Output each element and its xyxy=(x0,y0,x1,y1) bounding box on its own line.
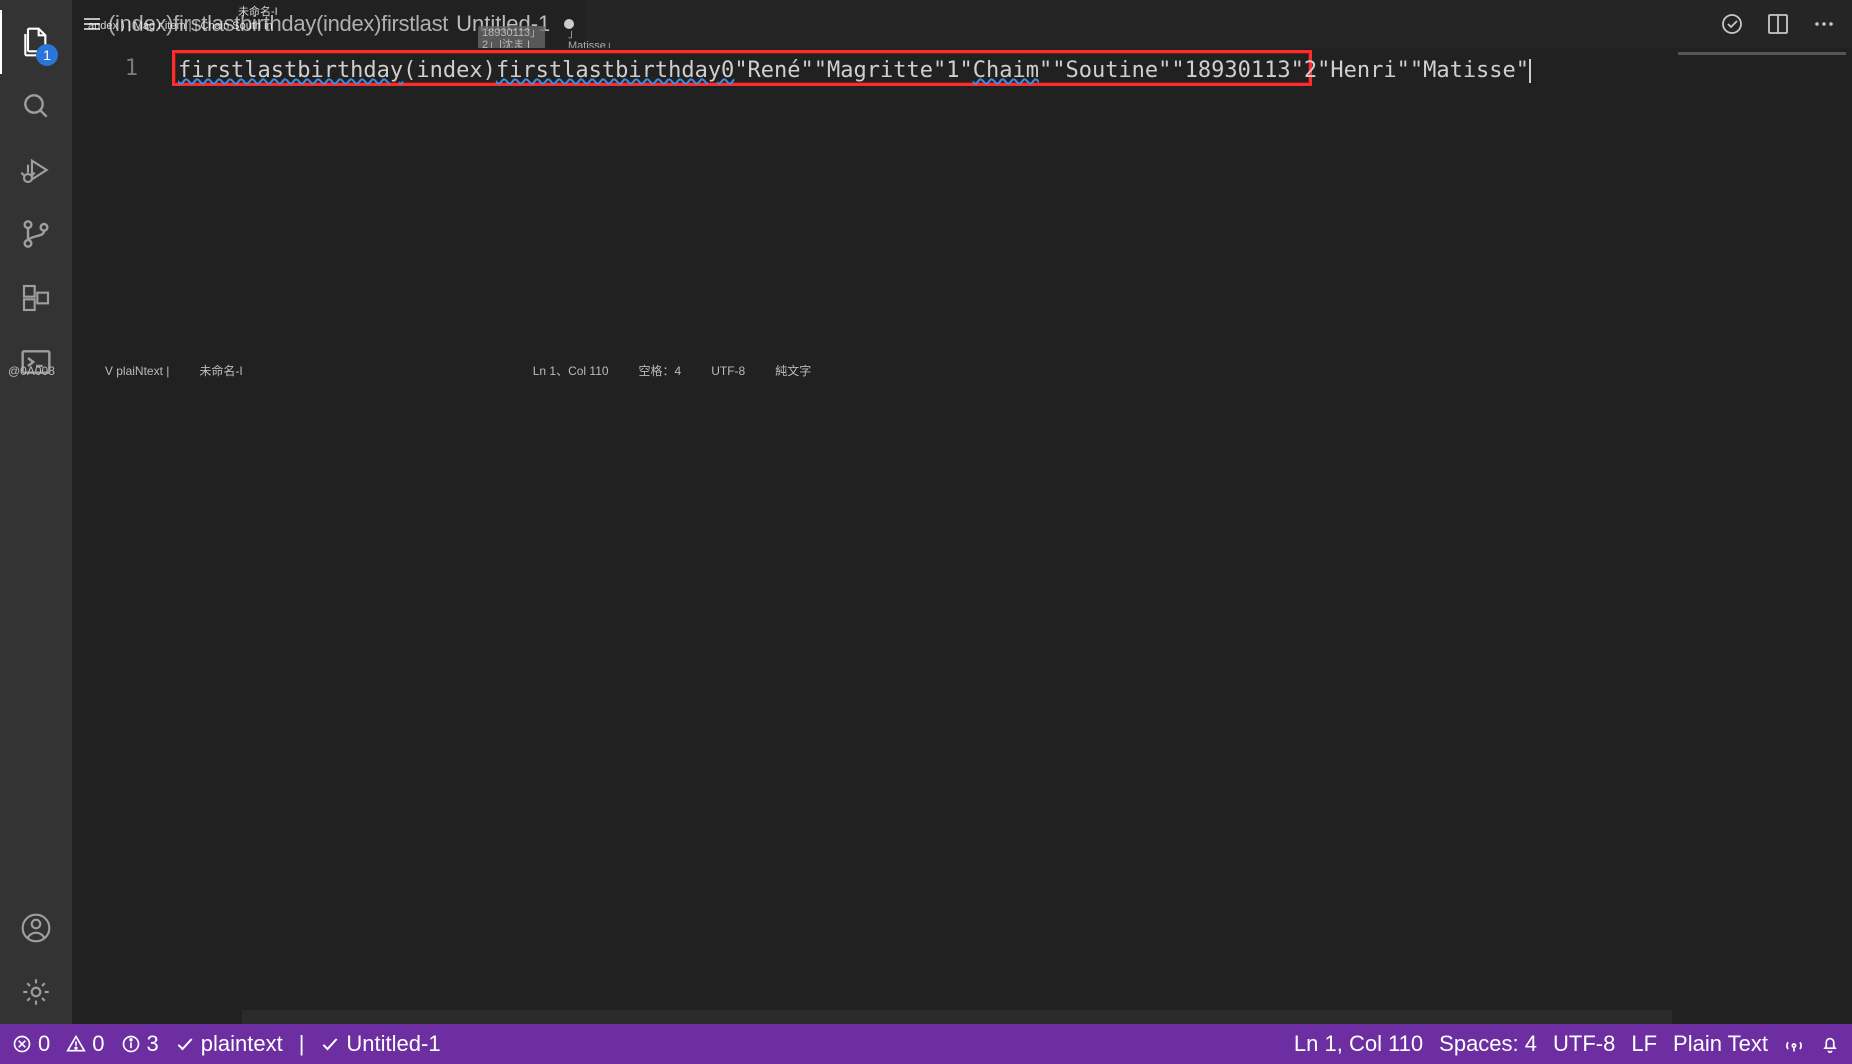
language-mode[interactable]: Plain Text xyxy=(1673,1031,1768,1057)
error-icon xyxy=(12,1034,32,1054)
check-icon xyxy=(320,1034,340,1054)
tab-bar: (index)firstlastbirthday(index)firstlast… xyxy=(72,0,1852,48)
info-count: 3 xyxy=(147,1031,159,1057)
dirty-indicator-icon xyxy=(564,19,574,29)
breadcrumb: (index)firstlastbirthday(index)firstlast xyxy=(108,11,448,37)
line-number: 1 xyxy=(72,56,138,81)
language-check[interactable]: plaintext xyxy=(175,1031,283,1057)
text-cursor xyxy=(1529,59,1531,83)
cursor-position[interactable]: Ln 1, Col 110 xyxy=(1294,1031,1423,1057)
warnings-count: 0 xyxy=(92,1031,104,1057)
terminal-icon xyxy=(20,346,52,378)
split-icon xyxy=(1766,12,1790,36)
status-bar: 0 0 3 plaintext | Untitled-1 Ln 1, Col 1… xyxy=(0,1024,1852,1064)
book-check-icon xyxy=(1720,12,1744,36)
debug-run-icon xyxy=(20,154,52,186)
extensions-tab[interactable] xyxy=(0,266,72,330)
check-icon xyxy=(175,1034,195,1054)
search-tab[interactable] xyxy=(0,74,72,138)
terminal-tab[interactable] xyxy=(0,330,72,394)
run-debug-tab[interactable] xyxy=(0,138,72,202)
menu-icon xyxy=(84,18,100,30)
lang-check-label: plaintext xyxy=(201,1031,283,1057)
line-number-gutter: 1 xyxy=(72,48,162,81)
account-icon xyxy=(20,912,52,944)
feedback-button[interactable] xyxy=(1784,1034,1804,1054)
code-line-1[interactable]: firstlastbirthday(index)firstlastbirthda… xyxy=(176,56,1533,85)
eol[interactable]: LF xyxy=(1631,1031,1657,1057)
indentation[interactable]: Spaces: 4 xyxy=(1439,1031,1537,1057)
git-branch-icon xyxy=(20,218,52,250)
bell-icon xyxy=(1820,1034,1840,1054)
accounts-button[interactable] xyxy=(0,896,72,960)
extensions-icon xyxy=(20,282,52,314)
file-check-label: Untitled-1 xyxy=(346,1031,440,1057)
tab-filename: Untitled-1 xyxy=(456,11,550,37)
problems-info[interactable]: 3 xyxy=(121,1031,159,1057)
minimap-line xyxy=(1678,52,1846,55)
separator: | xyxy=(299,1031,305,1057)
more-actions-button[interactable] xyxy=(1812,12,1836,36)
explorer-tab[interactable]: 1 xyxy=(0,10,72,74)
toggle-preview-button[interactable] xyxy=(1720,12,1744,36)
gear-icon xyxy=(20,976,52,1008)
errors-count: 0 xyxy=(38,1031,50,1057)
problems-errors[interactable]: 0 xyxy=(12,1031,50,1057)
minimap[interactable] xyxy=(1672,48,1852,1024)
warning-icon xyxy=(66,1034,86,1054)
source-control-tab[interactable] xyxy=(0,202,72,266)
info-icon xyxy=(121,1034,141,1054)
activity-bar: 1 xyxy=(0,0,72,1024)
editor-area[interactable]: 1 firstlastbirthday(index)firstlastbirth… xyxy=(72,48,1852,1024)
file-check[interactable]: Untitled-1 xyxy=(320,1031,440,1057)
settings-button[interactable] xyxy=(0,960,72,1024)
split-editor-button[interactable] xyxy=(1766,12,1790,36)
search-icon xyxy=(20,90,52,122)
editor-tab[interactable]: (index)firstlastbirthday(index)firstlast… xyxy=(72,0,586,48)
explorer-badge: 1 xyxy=(36,44,58,66)
ellipsis-icon xyxy=(1812,12,1836,36)
problems-warnings[interactable]: 0 xyxy=(66,1031,104,1057)
notifications-button[interactable] xyxy=(1820,1034,1840,1054)
broadcast-icon xyxy=(1784,1034,1804,1054)
encoding[interactable]: UTF-8 xyxy=(1553,1031,1615,1057)
horizontal-scrollbar[interactable] xyxy=(242,1010,1672,1024)
